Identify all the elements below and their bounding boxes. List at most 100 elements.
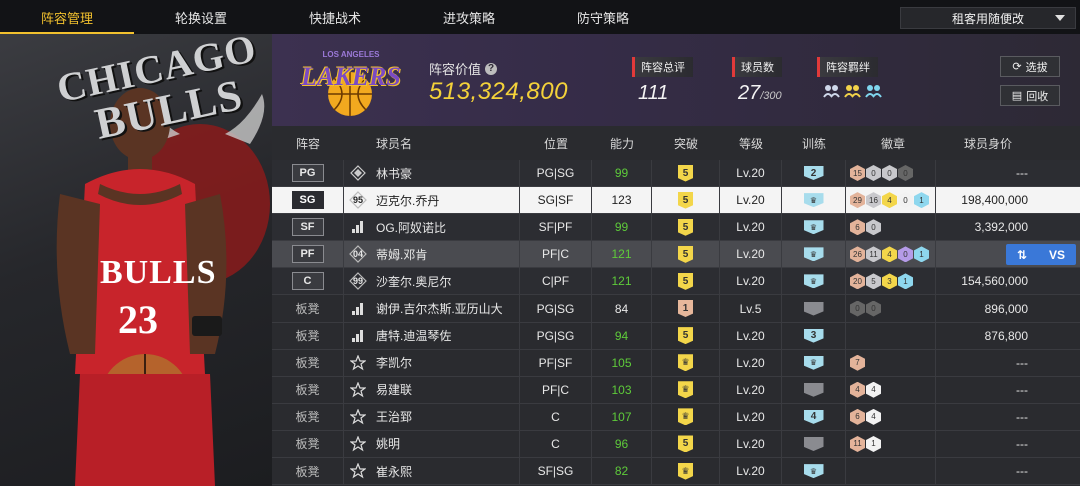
tab-offense[interactable]: 进攻策略 [402, 0, 536, 34]
table-row[interactable]: SF OG.阿奴诺比SF|PF99 5 Lv.20 60 3,392,000 [272, 214, 1080, 242]
player-name[interactable]: 沙奎尔.奥尼尔 [372, 268, 520, 295]
badges-cell: 00 [846, 295, 936, 322]
crown-icon[interactable] [803, 464, 824, 479]
crown-icon[interactable] [803, 247, 824, 262]
bench-label: 板凳 [295, 464, 320, 479]
player-value: --- [1016, 409, 1028, 424]
bench-label: 板凳 [295, 329, 320, 344]
chemistry-icon-1 [823, 83, 841, 99]
player-position: SF|PF [520, 214, 592, 241]
player-icon-cell [344, 377, 372, 403]
player-level: Lv.20 [720, 241, 782, 268]
training-badge[interactable] [803, 436, 824, 451]
player-level: Lv.20 [720, 214, 782, 241]
player-ability: 121 [592, 241, 652, 268]
badge-hex-icon: 4 [850, 381, 865, 398]
lineup-slot-tag[interactable]: SF [291, 218, 324, 237]
player-name[interactable]: OG.阿奴诺比 [372, 214, 520, 241]
jersey-text: BULLS [100, 254, 217, 291]
player-name[interactable]: 迈克尔.乔丹 [372, 187, 520, 214]
col-lineup[interactable]: 阵容 [272, 126, 344, 160]
recycle-button[interactable]: ▤ 回收 [1000, 85, 1060, 106]
col-breakthrough[interactable]: 突破 [652, 126, 720, 160]
player-name[interactable]: 王治郅 [372, 403, 520, 430]
tab-rotation[interactable]: 轮换设置 [134, 0, 268, 34]
compare-button[interactable]: ⇅ VS [1006, 244, 1076, 266]
training-cell [782, 268, 846, 295]
lineup-dropdown[interactable]: 租客用随便改 [900, 7, 1076, 29]
crown-icon[interactable] [803, 274, 824, 289]
col-player-name[interactable]: 球员名 [372, 126, 520, 160]
help-icon[interactable]: ? [485, 62, 498, 75]
player-value: 154,560,000 [961, 274, 1028, 289]
badge-hex-icon: 0 [898, 192, 913, 209]
lineup-slot-tag[interactable]: C [291, 272, 324, 291]
table-row[interactable]: 板凳 姚明 C 96 5 Lv.20 11 1 --- [272, 430, 1080, 459]
table-row[interactable]: 板凳 李凯尔PF|SF105 Lv.20 7 --- [272, 349, 1080, 377]
lineup-slot-cell: PG [272, 160, 344, 187]
lineup-slot-tag[interactable]: SG [291, 191, 324, 210]
table-row[interactable]: 板凳 易建联PF|C103 Lv.20 44 --- [272, 376, 1080, 404]
crown-icon[interactable] [803, 193, 824, 208]
diamond-icon [349, 164, 367, 182]
player-name[interactable]: 李凯尔 [372, 349, 520, 376]
crown-icon [678, 408, 693, 426]
crown-icon[interactable] [803, 220, 824, 235]
tab-quick-tactics[interactable]: 快捷战术 [268, 0, 402, 34]
overall-stat: 阵容总评 111 [632, 57, 693, 105]
player-name[interactable]: 林书豪 [372, 160, 520, 187]
star-icon [349, 354, 367, 372]
breakthrough-cell: 1 [652, 295, 720, 322]
team-logo-subtext: LOS ANGELES [322, 50, 380, 59]
training-badge[interactable]: 4 [803, 409, 824, 424]
table-row[interactable]: 板凳 崔永熙SF|SG82 Lv.20 --- [272, 458, 1080, 486]
table-row[interactable]: SG 95 迈克尔.乔丹SG|SF123 5 Lv.20 2916401 198,400,0… [272, 187, 1080, 215]
table-row[interactable]: 板凳 唐特.迪温琴佐 PG|SG 94 5 Lv.20 3 876,800 [272, 322, 1080, 350]
player-name[interactable]: 蒂姆.邓肯 [372, 241, 520, 268]
chemistry-icons[interactable] [823, 83, 883, 99]
player-position: PG|SG [520, 160, 592, 187]
tab-defense[interactable]: 防守策略 [536, 0, 670, 34]
player-name[interactable]: 唐特.迪温琴佐 [372, 322, 520, 349]
tab-lineup[interactable]: 阵容管理 [0, 0, 134, 34]
player-position: SF|SG [520, 458, 592, 485]
col-position[interactable]: 位置 [520, 126, 592, 160]
training-badge[interactable] [803, 301, 824, 316]
col-player-value[interactable]: 球员身价 [936, 126, 1040, 160]
lineup-slot-tag[interactable]: PF [291, 245, 324, 264]
col-training[interactable]: 训练 [782, 126, 846, 160]
player-icon-cell: 04 [344, 241, 372, 267]
select-button[interactable]: ⟳ 选拔 [1000, 56, 1060, 77]
training-badge[interactable] [803, 382, 824, 397]
player-name[interactable]: 崔永熙 [372, 458, 520, 485]
player-icon-cell [344, 214, 372, 240]
player-icon-cell [344, 350, 372, 376]
player-level: Lv.20 [720, 160, 782, 187]
col-badges[interactable]: 徽章 [846, 126, 936, 160]
chemistry-stat: 阵容羁绊 [817, 57, 883, 99]
player-name[interactable]: 姚明 [372, 430, 520, 458]
table-row[interactable]: 板凳 谢伊.吉尔杰斯.亚历山大 PG|SG 84 1 Lv.5 0 0 896,000 [272, 295, 1080, 323]
player-name[interactable]: 谢伊.吉尔杰斯.亚历山大 [372, 295, 520, 322]
badge-hex-icon: 0 [898, 246, 913, 263]
lineup-slot-tag[interactable]: PG [291, 164, 324, 183]
table-row[interactable]: PF 04 蒂姆.邓肯PF|C121 5 Lv.20 2611401 ⇅ VS [272, 241, 1080, 269]
crown-icon[interactable] [803, 355, 824, 370]
document-icon: ▤ [1011, 90, 1023, 102]
table-row[interactable]: C99沙奎尔.奥尼尔C|PF1215Lv.2020531154,560,000 [272, 268, 1080, 296]
training-cell [782, 349, 846, 376]
game-screen: { "nav": { "tabs": ["阵容管理", "轮换设置", "快捷战… [0, 0, 1080, 486]
training-badge[interactable]: 3 [803, 328, 824, 343]
training-cell [782, 430, 846, 458]
table-row[interactable]: 板凳王治郅C107Lv.20464--- [272, 403, 1080, 431]
col-ability[interactable]: 能力 [592, 126, 652, 160]
col-level[interactable]: 等级 [720, 126, 782, 160]
jersey-number-text: 04 [352, 249, 363, 260]
table-row[interactable]: PG 林书豪 PG|SG 99 5 Lv.20 2 15 0 0 0 --- [272, 160, 1080, 188]
lineup-slot-cell: C [272, 268, 344, 295]
star-icon [349, 381, 367, 399]
crown-icon [678, 354, 693, 372]
training-badge[interactable]: 2 [803, 166, 824, 181]
player-name[interactable]: 易建联 [372, 376, 520, 403]
player-ability: 107 [592, 403, 652, 430]
